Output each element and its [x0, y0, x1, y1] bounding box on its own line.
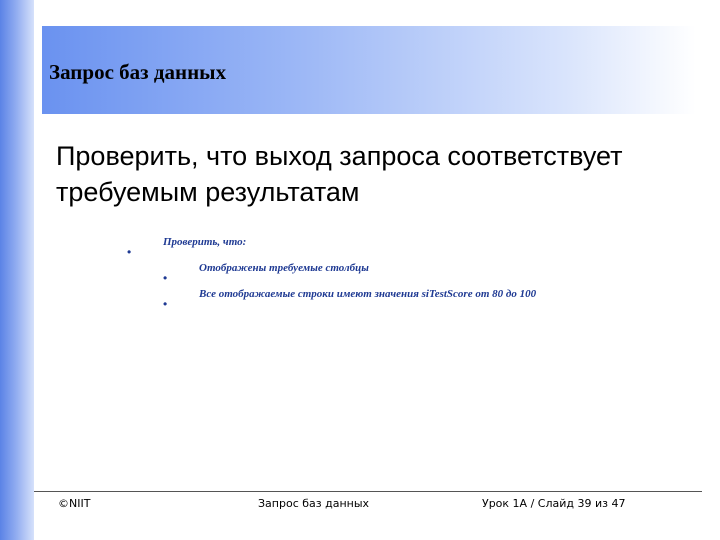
- bullet-item-level2: • Все отображаемые строки имеют значения…: [163, 288, 537, 311]
- slide-title: Запрос баз данных: [49, 60, 227, 84]
- footer-copyright: ©NIIT: [58, 497, 91, 510]
- slide-heading: Проверить, что выход запроса соответству…: [56, 141, 623, 207]
- bullet-text: Все отображаемые строки имеют значения s…: [199, 288, 537, 300]
- bullet-item-level1: • Проверить, что:: [127, 236, 247, 259]
- bullet-text: Проверить, что:: [163, 236, 247, 248]
- footer-divider: [34, 491, 702, 492]
- bullet-item-level2: • Отображены требуемые столбцы: [163, 262, 369, 285]
- footer-topic: Запрос баз данных: [258, 497, 370, 510]
- left-decorative-bar: [0, 0, 34, 540]
- footer-slide-info: Урок 1A / Слайд 39 из 47: [482, 497, 626, 510]
- bullet-text: Отображены требуемые столбцы: [199, 262, 369, 274]
